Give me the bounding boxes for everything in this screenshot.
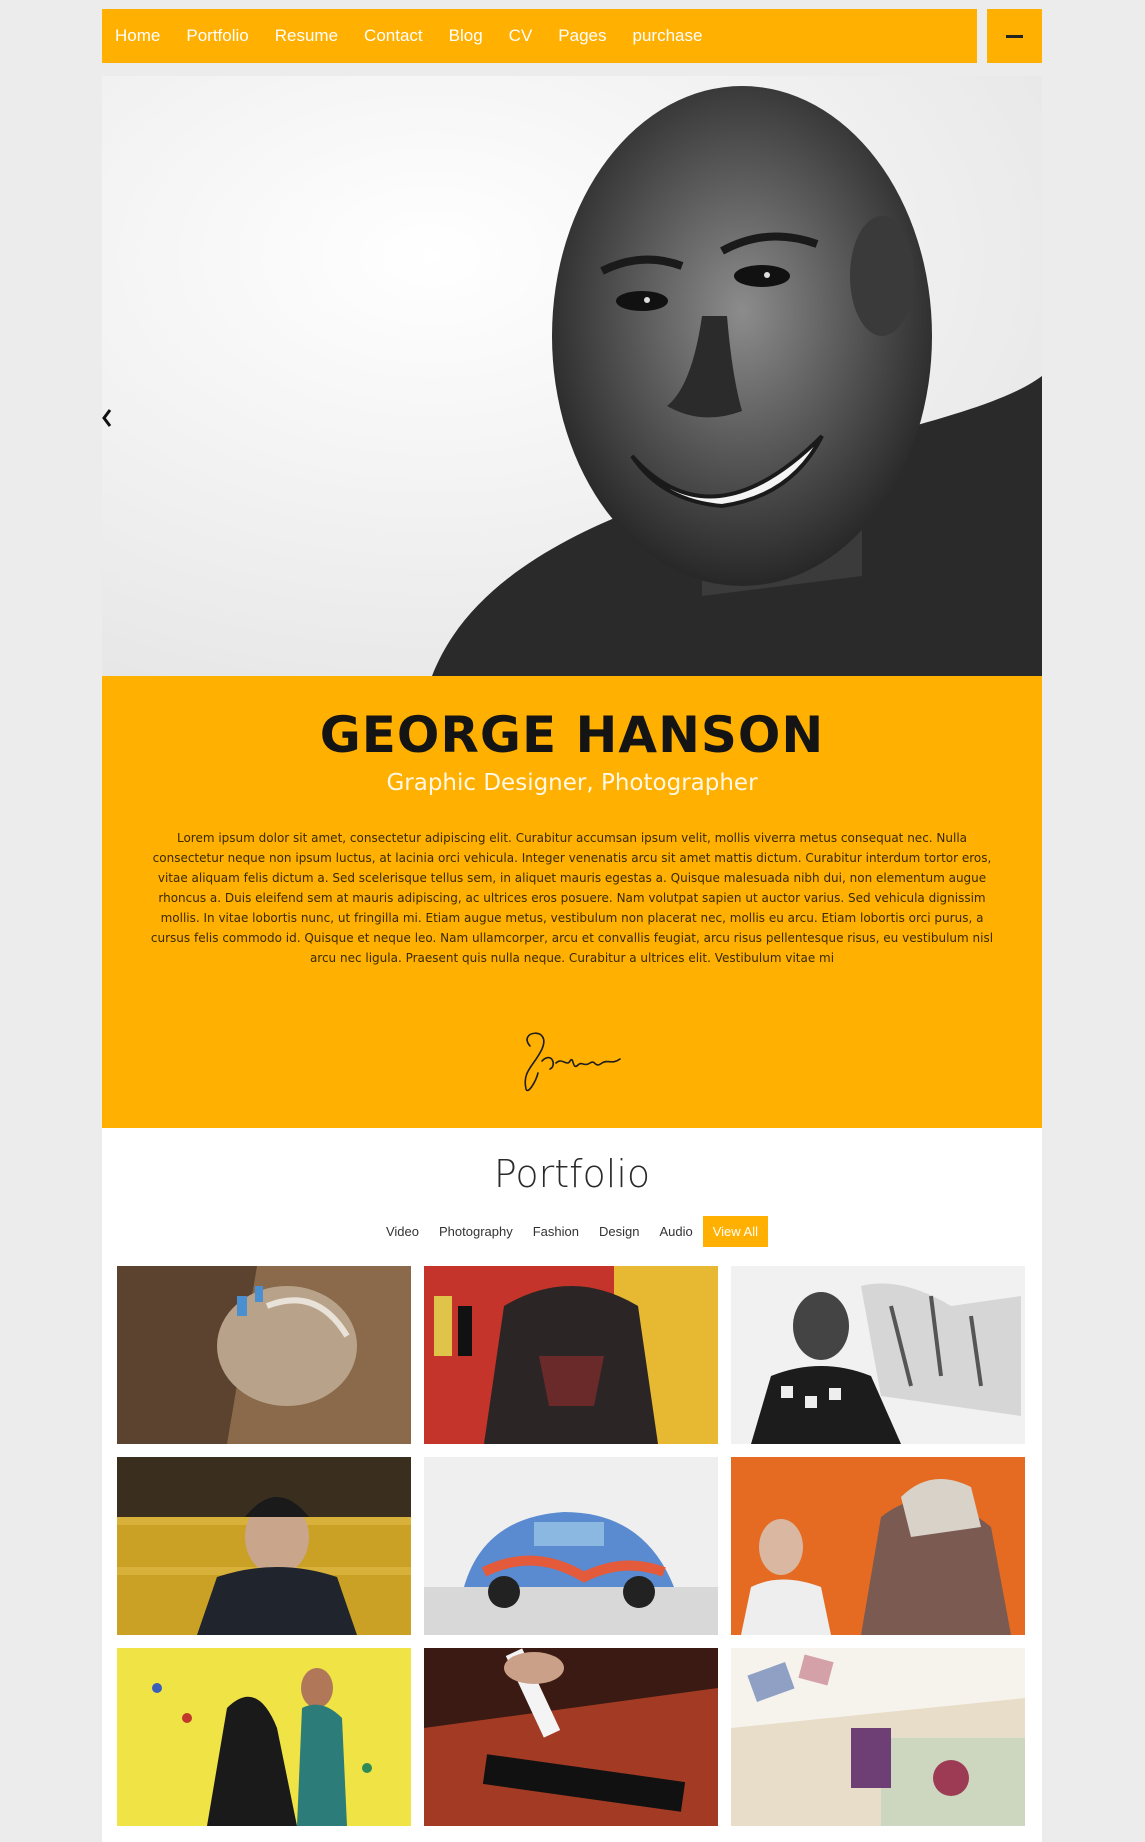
nav-item-home[interactable]: Home [115, 26, 160, 46]
portfolio-item[interactable] [117, 1457, 411, 1635]
portfolio-item[interactable] [117, 1266, 411, 1444]
filter-view-all[interactable]: View All [702, 1216, 768, 1247]
chevron-left-icon[interactable] [102, 408, 112, 428]
hero-slider [102, 76, 1042, 676]
portfolio-title: Portfolio [493, 1152, 651, 1196]
portfolio-item[interactable] [731, 1457, 1025, 1635]
portfolio-filters: Video Photography Fashion Design Audio V… [102, 1216, 1042, 1247]
portfolio-item[interactable] [424, 1648, 718, 1826]
profile-role: Graphic Designer, Photographer [386, 770, 758, 796]
hero-portrait-image [102, 76, 1042, 676]
nav-item-portfolio[interactable]: Portfolio [186, 26, 248, 46]
signature-image [524, 1032, 621, 1092]
nav-item-purchase[interactable]: purchase [633, 26, 703, 46]
nav-item-resume[interactable]: Resume [275, 26, 338, 46]
profile-name: GEORGE HANSON [319, 706, 825, 764]
menu-toggle-button[interactable] [987, 9, 1042, 63]
portfolio-item[interactable] [731, 1266, 1025, 1444]
filter-design[interactable]: Design [589, 1216, 649, 1247]
filter-photography[interactable]: Photography [429, 1216, 523, 1247]
filter-video[interactable]: Video [376, 1216, 429, 1247]
nav-item-blog[interactable]: Blog [449, 26, 483, 46]
nav-item-contact[interactable]: Contact [364, 26, 423, 46]
portfolio-section: Portfolio Video Photography Fashion Desi… [102, 1128, 1042, 1842]
nav-item-pages[interactable]: Pages [558, 26, 606, 46]
top-navigation: Home Portfolio Resume Contact Blog CV Pa… [102, 9, 977, 63]
portfolio-item[interactable] [424, 1457, 718, 1635]
hamburger-minus-icon [1006, 34, 1023, 38]
portfolio-item[interactable] [117, 1648, 411, 1826]
portfolio-item[interactable] [424, 1266, 718, 1444]
nav-item-cv[interactable]: CV [509, 26, 533, 46]
profile-section: GEORGE HANSON Graphic Designer, Photogra… [102, 676, 1042, 1128]
profile-bio: Lorem ipsum dolor sit amet, consectetur … [150, 831, 994, 965]
filter-fashion[interactable]: Fashion [523, 1216, 589, 1247]
portfolio-grid [117, 1266, 1027, 1826]
portfolio-item[interactable] [731, 1648, 1025, 1826]
filter-audio[interactable]: Audio [649, 1216, 702, 1247]
